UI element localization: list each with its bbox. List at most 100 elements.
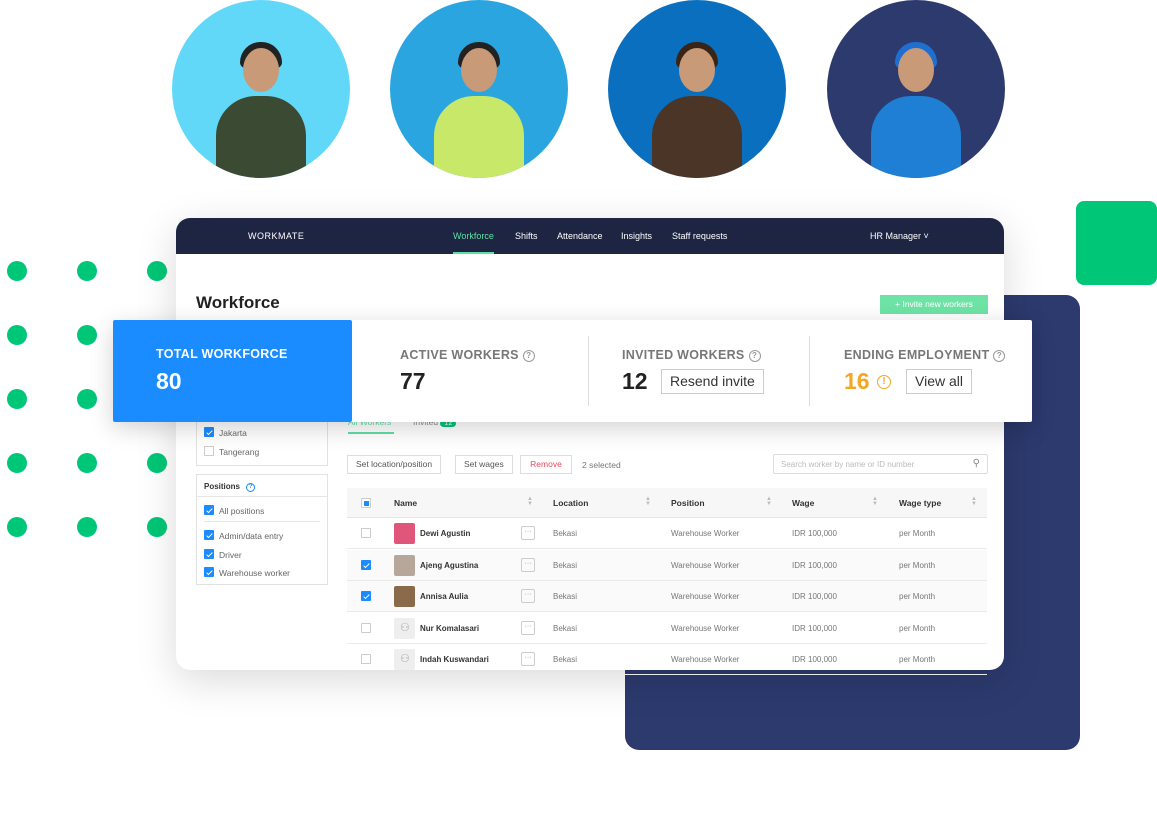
checkbox[interactable] <box>204 567 214 577</box>
filter-admin[interactable]: Admin/data entry <box>204 530 283 541</box>
table-row[interactable]: Annisa Aulia ··· Bekasi Warehouse Worker… <box>347 581 987 612</box>
ending-employment-value: 16 <box>844 368 870 394</box>
nav-tab-insights[interactable]: Insights <box>621 231 652 241</box>
ending-employment-label: ENDING EMPLOYMENT? <box>844 348 1006 362</box>
filter-all-positions[interactable]: All positions <box>204 505 264 516</box>
top-nav: WORKMATE Workforce Shifts Attendance Ins… <box>176 218 1004 254</box>
column-wage[interactable]: Wage <box>792 498 814 508</box>
row-checkbox[interactable] <box>361 591 371 601</box>
help-icon[interactable]: ? <box>522 350 535 362</box>
help-icon[interactable]: ? <box>993 350 1006 362</box>
column-position[interactable]: Position <box>671 498 705 508</box>
worker-location: Bekasi <box>553 592 578 601</box>
stats-card: TOTAL WORKFORCE 80 ACTIVE WORKERS? 77 IN… <box>113 320 1032 422</box>
nav-tab-attendance[interactable]: Attendance <box>557 231 603 241</box>
worker-position: Warehouse Worker <box>671 623 740 633</box>
worker-name[interactable]: Annisa Aulia <box>420 592 468 601</box>
worker-name[interactable]: Dewi Agustin <box>420 529 470 538</box>
decor-dot <box>77 517 97 537</box>
hero-photo-2 <box>390 0 568 178</box>
worker-location: Bekasi <box>553 655 578 664</box>
filter-warehouse[interactable]: Warehouse worker <box>204 567 290 578</box>
filter-driver[interactable]: Driver <box>204 549 242 560</box>
column-location[interactable]: Location <box>553 498 588 508</box>
set-wages-button[interactable]: Set wages <box>455 455 513 474</box>
sort-icon[interactable]: ▲ ▼ <box>527 496 533 507</box>
total-workforce-label: TOTAL WORKFORCE <box>156 347 288 361</box>
active-workers-value: 77 <box>400 368 426 394</box>
hero-photo-3 <box>608 0 786 178</box>
worker-location: Bekasi <box>553 529 578 538</box>
decor-dot <box>147 517 167 537</box>
table-row[interactable]: ⚇ Nur Komalasari ··· Bekasi Warehouse Wo… <box>347 613 987 644</box>
resend-invite-button[interactable]: Resend invite <box>661 369 764 394</box>
decor-dot <box>7 261 27 281</box>
worker-name[interactable]: Nur Komalasari <box>420 624 479 633</box>
column-wage-type[interactable]: Wage type <box>899 498 941 508</box>
more-options-button[interactable]: ··· <box>521 589 535 603</box>
worker-wage-type: per Month <box>899 529 936 538</box>
table-row[interactable]: Ajeng Agustina ··· Bekasi Warehouse Work… <box>347 549 987 581</box>
worker-location: Bekasi <box>553 623 578 633</box>
row-checkbox[interactable] <box>361 559 371 570</box>
table-row[interactable]: ⚇ Indah Kuswandari ··· Bekasi Warehouse … <box>347 644 987 675</box>
user-placeholder-icon: ⚇ <box>400 653 410 665</box>
sort-icon[interactable]: ▲ ▼ <box>645 496 651 507</box>
worker-wage-type: per Month <box>899 655 936 664</box>
worker-wage-type: per Month <box>899 592 936 601</box>
help-icon[interactable]: ? <box>748 350 761 362</box>
nav-tab-workforce[interactable]: Workforce <box>453 231 494 254</box>
row-checkbox[interactable] <box>361 654 371 664</box>
worker-position: Warehouse Worker <box>671 560 740 570</box>
warning-icon: ! <box>877 375 891 389</box>
worker-wage: IDR 100,000 <box>792 592 837 601</box>
more-options-button[interactable]: ··· <box>521 652 535 666</box>
divider <box>809 336 810 406</box>
more-options-button[interactable]: ··· <box>521 620 535 635</box>
hero-photo-4 <box>827 0 1005 178</box>
row-checkbox[interactable] <box>361 528 371 538</box>
column-name[interactable]: Name <box>394 498 417 508</box>
worker-wage: IDR 100,000 <box>792 655 837 664</box>
checkbox[interactable] <box>204 530 214 540</box>
search-input[interactable]: Search worker by name or ID number ⚲ <box>773 454 988 474</box>
search-icon: ⚲ <box>972 458 980 469</box>
avatar: ⚇ <box>394 649 415 670</box>
hero-photo-1 <box>172 0 350 178</box>
sort-icon[interactable]: ▲ ▼ <box>971 496 977 507</box>
table-row[interactable]: Dewi Agustin ··· Bekasi Warehouse Worker… <box>347 518 987 549</box>
worker-name[interactable]: Ajeng Agustina <box>420 561 478 570</box>
row-checkbox[interactable] <box>361 622 371 633</box>
checkbox[interactable] <box>204 549 214 559</box>
remove-button[interactable]: Remove <box>520 455 572 474</box>
help-icon[interactable]: ? <box>246 483 256 492</box>
nav-tab-staff-requests[interactable]: Staff requests <box>672 231 727 241</box>
worker-wage: IDR 100,000 <box>792 529 837 538</box>
set-location-button[interactable]: Set location/position <box>347 455 442 474</box>
logo: WORKMATE <box>248 231 305 241</box>
worker-name[interactable]: Indah Kuswandari <box>420 655 489 664</box>
decor-dot <box>7 517 27 537</box>
page-title: Workforce <box>196 293 280 312</box>
filter-tangerang[interactable]: Tangerang <box>204 446 259 457</box>
worker-wage: IDR 100,000 <box>792 560 837 570</box>
user-menu[interactable]: HR Manager ˅ <box>870 231 929 241</box>
checkbox[interactable] <box>204 505 214 515</box>
more-options-button[interactable]: ··· <box>521 557 535 572</box>
checkbox[interactable] <box>204 427 214 437</box>
checkbox[interactable] <box>204 446 214 456</box>
nav-tab-shifts[interactable]: Shifts <box>515 231 538 241</box>
invited-workers-label: INVITED WORKERS? <box>622 348 761 362</box>
more-options-button[interactable]: ··· <box>521 526 535 540</box>
invite-workers-button[interactable]: + Invite new workers <box>880 295 988 314</box>
active-workers-label: ACTIVE WORKERS? <box>400 348 535 362</box>
search-placeholder: Search worker by name or ID number <box>781 460 915 469</box>
sort-icon[interactable]: ▲ ▼ <box>766 496 772 507</box>
decor-dot <box>77 389 97 409</box>
decor-dot <box>147 261 167 281</box>
filter-jakarta[interactable]: Jakarta <box>204 427 247 438</box>
sort-icon[interactable]: ▲ ▼ <box>872 496 878 507</box>
view-all-button[interactable]: View all <box>906 369 972 394</box>
select-all-checkbox[interactable] <box>361 498 371 508</box>
avatar: ⚇ <box>394 617 415 639</box>
